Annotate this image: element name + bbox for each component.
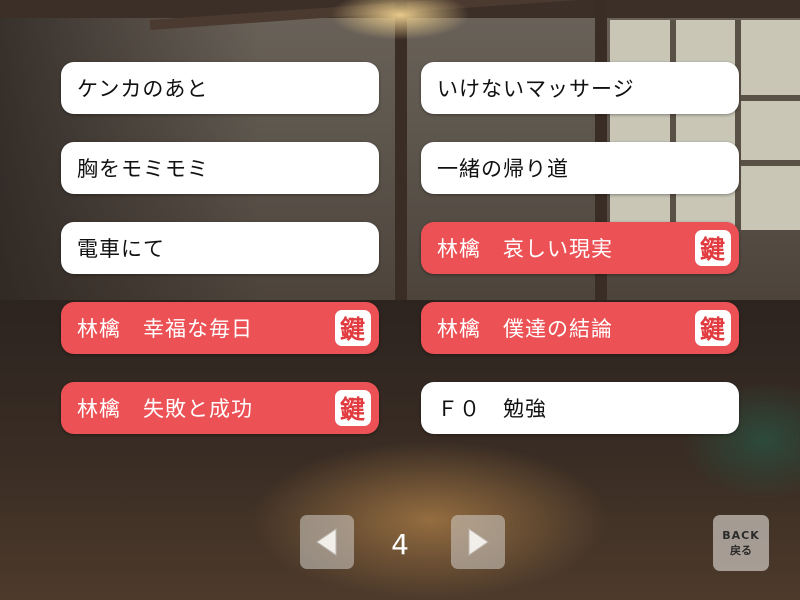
scene-label: 林檎 僕達の結論 bbox=[437, 317, 613, 341]
lock-icon: 鍵 bbox=[695, 310, 731, 346]
lock-icon: 鍵 bbox=[335, 390, 371, 426]
scene-button[interactable]: いけないマッサージ bbox=[421, 62, 739, 114]
scene-label: 林檎 幸福な毎日 bbox=[77, 317, 253, 341]
scene-label: いけないマッサージ bbox=[437, 77, 635, 101]
back-button[interactable]: BACK 戻る bbox=[713, 515, 769, 571]
scene-button[interactable]: 一緒の帰り道 bbox=[421, 142, 739, 194]
ceiling-lamp bbox=[330, 0, 470, 40]
scene-label: 胸をモミモミ bbox=[77, 157, 209, 181]
lock-icon: 鍵 bbox=[335, 310, 371, 346]
scene-button-locked[interactable]: 林檎 僕達の結論 鍵 bbox=[421, 302, 739, 354]
scene-button-locked[interactable]: 林檎 哀しい現実 鍵 bbox=[421, 222, 739, 274]
right-triangle-icon bbox=[468, 528, 489, 556]
back-label-en: BACK bbox=[722, 528, 760, 542]
scene-label: 林檎 失敗と成功 bbox=[77, 397, 253, 421]
scene-button-locked[interactable]: 林檎 幸福な毎日 鍵 bbox=[61, 302, 379, 354]
scene-button-locked[interactable]: 林檎 失敗と成功 鍵 bbox=[61, 382, 379, 434]
scene-label: 一緒の帰り道 bbox=[437, 157, 569, 181]
scene-label: 電車にて bbox=[77, 237, 165, 261]
scene-button[interactable]: 電車にて bbox=[61, 222, 379, 274]
scene-button[interactable]: 胸をモミモミ bbox=[61, 142, 379, 194]
prev-page-button[interactable] bbox=[300, 515, 354, 569]
page-number: 4 bbox=[391, 528, 409, 561]
scene-button[interactable]: ケンカのあと bbox=[61, 62, 379, 114]
scene-button[interactable]: Ｆ０ 勉強 bbox=[421, 382, 739, 434]
background-post bbox=[395, 0, 407, 340]
scene-label: Ｆ０ 勉強 bbox=[437, 397, 547, 421]
scene-label: ケンカのあと bbox=[77, 77, 209, 101]
lock-icon: 鍵 bbox=[695, 230, 731, 266]
left-triangle-icon bbox=[316, 528, 337, 556]
scene-label: 林檎 哀しい現実 bbox=[437, 237, 613, 261]
background-window bbox=[610, 20, 800, 230]
window-frame bbox=[670, 20, 676, 230]
window-frame bbox=[735, 20, 741, 230]
back-label-jp: 戻る bbox=[730, 543, 752, 557]
next-page-button[interactable] bbox=[451, 515, 505, 569]
